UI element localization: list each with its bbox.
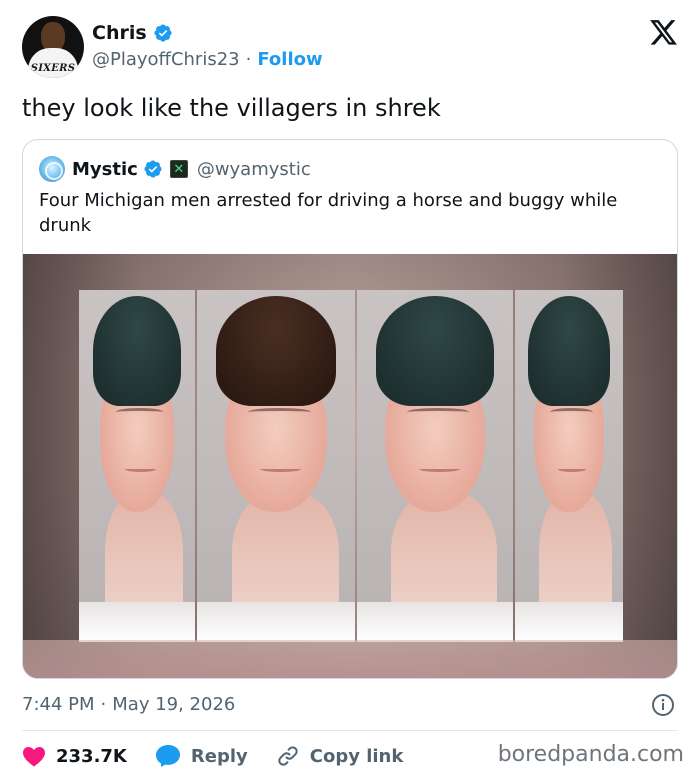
like-button[interactable]: 233.7K — [22, 745, 127, 767]
author-avatar[interactable]: SIXERS — [22, 16, 84, 78]
author-name-row: Chris — [92, 20, 173, 46]
quoted-author-name[interactable]: Mystic — [72, 159, 138, 180]
timestamp-date: May 19, 2026 — [112, 693, 236, 715]
copy-link-button[interactable]: Copy link — [276, 744, 404, 768]
author-handle-row: @PlayoffChris23 · Follow — [92, 47, 323, 71]
author-handle[interactable]: @PlayoffChris23 — [92, 49, 240, 70]
action-bar: 233.7K Reply Copy link — [22, 740, 431, 772]
info-icon[interactable] — [651, 693, 675, 717]
verified-icon — [154, 24, 172, 42]
quoted-avatar[interactable] — [39, 156, 65, 182]
reply-icon — [155, 745, 180, 767]
heart-icon — [23, 747, 45, 767]
tweet-timestamp[interactable]: 7:44 PM · May 19, 2026 — [22, 692, 235, 716]
mugshot-2 — [197, 290, 355, 642]
divider — [22, 730, 678, 731]
separator-dot: · — [100, 693, 107, 715]
avatar-jersey-text: SIXERS — [30, 63, 76, 74]
reply-button[interactable]: Reply — [155, 744, 248, 768]
separator-dot: · — [245, 48, 252, 70]
follow-button[interactable]: Follow — [257, 49, 322, 70]
quoted-tweet[interactable]: Mystic ✕ @wyamystic Four Michigan men ar… — [22, 139, 678, 679]
watermark: boredpanda.com — [497, 742, 684, 767]
x-logo-icon[interactable] — [650, 20, 678, 46]
verified-icon — [144, 160, 162, 178]
mugshot-photo[interactable] — [23, 254, 677, 678]
mugshot-1 — [79, 290, 195, 642]
copy-link-label: Copy link — [309, 745, 404, 767]
affiliate-badge-icon: ✕ — [169, 160, 188, 178]
mugshot-4 — [515, 290, 623, 642]
link-icon — [278, 746, 298, 766]
quoted-text: Four Michigan men arrested for driving a… — [39, 190, 618, 236]
like-count: 233.7K — [56, 745, 127, 767]
quoted-header: Mystic ✕ @wyamystic — [39, 156, 311, 182]
reply-label: Reply — [190, 745, 248, 767]
tweet-text: they look like the villagers in shrek — [22, 94, 441, 122]
timestamp-time: 7:44 PM — [22, 693, 95, 715]
photo-blur-strip — [23, 640, 677, 678]
quoted-author-handle[interactable]: @wyamystic — [197, 159, 311, 180]
author-name[interactable]: Chris — [92, 22, 147, 44]
mugshot-3 — [357, 290, 513, 642]
